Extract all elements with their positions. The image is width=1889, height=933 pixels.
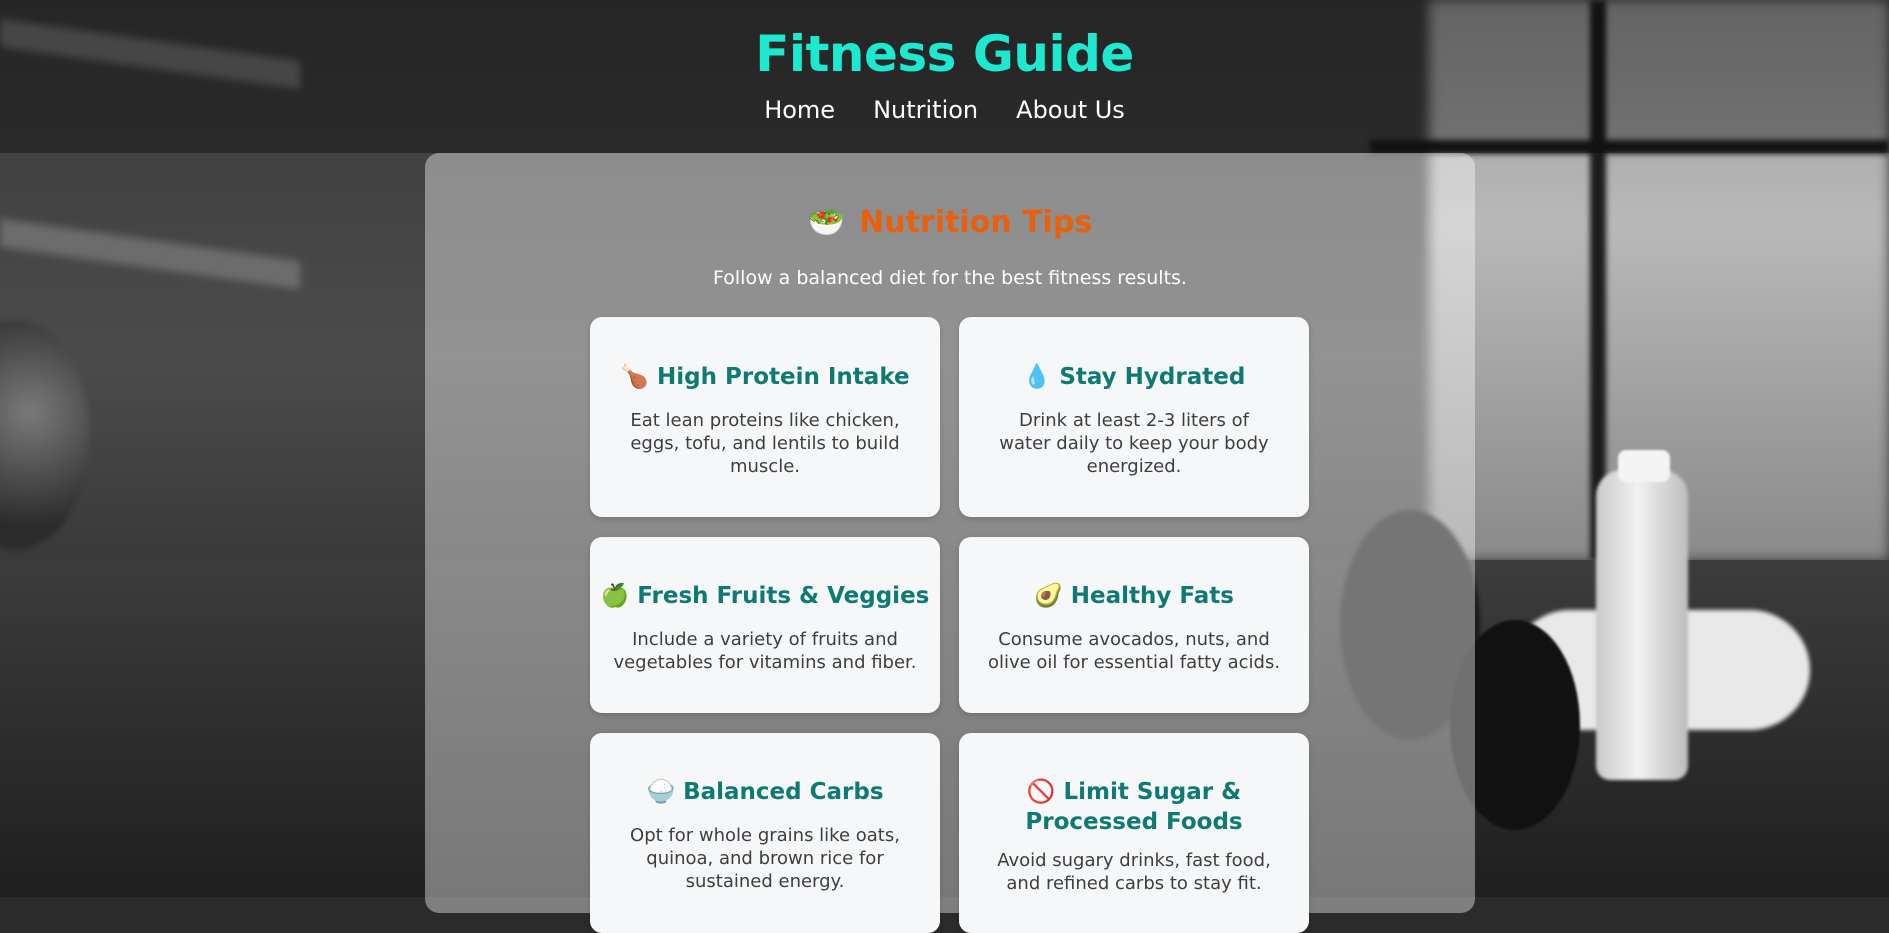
section-title: 🥗 Nutrition Tips — [425, 205, 1475, 240]
site-title: Fitness Guide — [755, 25, 1134, 83]
tip-card-fats: 🥑 Healthy Fats Consume avocados, nuts, an… — [959, 537, 1309, 713]
card-title: 🍗 High Protein Intake — [590, 317, 940, 392]
tip-card-sugar: 🚫 Limit Sugar & Processed Foods Avoid sug… — [959, 733, 1309, 933]
card-title: 🍏 Fresh Fruits & Veggies — [590, 537, 940, 611]
card-text: Consume avocados, nuts, and olive oil fo… — [987, 629, 1281, 673]
card-title-text: Fresh Fruits & Veggies — [637, 583, 930, 609]
card-title: 🍚 Balanced Carbs — [590, 733, 940, 807]
background-ball — [0, 320, 90, 550]
card-text: Include a variety of fruits and vegetabl… — [613, 629, 917, 673]
card-title: 🚫 Limit Sugar & Processed Foods — [999, 733, 1269, 837]
background-water-bottle — [1596, 470, 1688, 780]
drumstick-icon: 🍗 — [620, 364, 650, 390]
nav-about-us-link[interactable]: About Us — [1016, 96, 1125, 124]
nutrition-panel: 🥗 Nutrition Tips Follow a balanced diet f… — [425, 153, 1475, 933]
card-text: Drink at least 2-3 liters of water daily… — [999, 410, 1269, 477]
card-title-text: Healthy Fats — [1070, 583, 1234, 609]
background-shelf — [0, 218, 300, 290]
tip-card-protein: 🍗 High Protein Intake Eat lean proteins l… — [590, 317, 940, 517]
tip-card-fruits: 🍏 Fresh Fruits & Veggies Include a variet… — [590, 537, 940, 713]
nav-nutrition-link[interactable]: Nutrition — [873, 96, 978, 124]
prohibited-icon: 🚫 — [1026, 779, 1056, 805]
site-header: Fitness Guide Home Nutrition About Us — [0, 0, 1889, 153]
card-title: 💧 Stay Hydrated — [959, 317, 1309, 392]
card-title-text: High Protein Intake — [657, 364, 910, 390]
section-subtitle: Follow a balanced diet for the best fitn… — [713, 267, 1187, 289]
card-title-text: Limit Sugar & Processed Foods — [1025, 779, 1243, 835]
card-text: Eat lean proteins like chicken, eggs, to… — [630, 410, 900, 477]
tip-card-hydration: 💧 Stay Hydrated Drink at least 2-3 liters… — [959, 317, 1309, 517]
card-text: Opt for whole grains like oats, quinoa, … — [630, 825, 900, 892]
card-title: 🥑 Healthy Fats — [959, 537, 1309, 611]
salad-icon: 🥗 — [807, 205, 846, 240]
card-title-text: Stay Hydrated — [1059, 364, 1246, 390]
green-apple-icon: 🍏 — [600, 583, 630, 609]
rice-bowl-icon: 🍚 — [646, 779, 676, 805]
section-title-text: Nutrition Tips — [859, 205, 1093, 240]
avocado-icon: 🥑 — [1034, 583, 1063, 609]
background-bottle-cap — [1618, 450, 1670, 482]
water-drop-icon: 💧 — [1022, 364, 1052, 390]
card-text: Avoid sugary drinks, fast food, and refi… — [997, 850, 1271, 894]
card-title-text: Balanced Carbs — [683, 779, 884, 805]
tip-card-carbs: 🍚 Balanced Carbs Opt for whole grains lik… — [590, 733, 940, 933]
nav-home-link[interactable]: Home — [764, 96, 835, 124]
main-nav: Home Nutrition About Us — [0, 96, 1889, 124]
